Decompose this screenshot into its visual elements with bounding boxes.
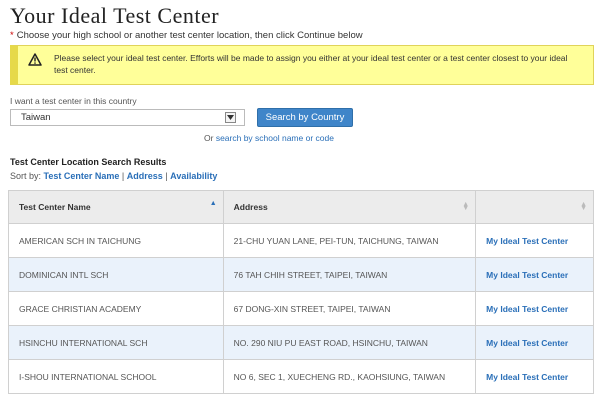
table-row: DOMINICAN INTL SCH 76 TAH CHIH STREET, T… — [8, 257, 594, 292]
sort-icon: ▲ ▼ — [580, 201, 587, 212]
required-marker: * — [10, 30, 14, 41]
sort-separator: | — [121, 171, 125, 181]
center-name-cell: DOMINICAN INTL SCH — [8, 257, 224, 292]
search-by-school-link[interactable]: search by school name or code — [216, 133, 334, 143]
my-ideal-test-center-link[interactable]: My Ideal Test Center — [475, 291, 594, 326]
sort-separator: | — [165, 171, 168, 181]
instruction-text: * Choose your high school or another test… — [10, 30, 363, 41]
table-row: GRACE CHRISTIAN ACADEMY 67 DONG-XIN STRE… — [8, 291, 594, 326]
table-row: I-SHOU INTERNATIONAL SCHOOL NO 6, SEC 1,… — [8, 359, 594, 394]
center-name-cell: HSINCHU INTERNATIONAL SCH — [8, 325, 224, 360]
sort-bar: Sort by: Test Center Name | Address | Av… — [10, 171, 217, 181]
address-cell: NO. 290 NIU PU EAST ROAD, HSINCHU, TAIWA… — [222, 325, 477, 360]
country-select-value: Taiwan — [21, 112, 51, 123]
address-cell: 76 TAH CHIH STREET, TAIPEI, TAIWAN — [222, 257, 477, 292]
table-row: HSINCHU INTERNATIONAL SCH NO. 290 NIU PU… — [8, 325, 594, 360]
column-header-address[interactable]: Address ▲ ▼ — [222, 190, 477, 224]
search-by-country-button[interactable]: Search by Country — [257, 108, 353, 127]
results-heading: Test Center Location Search Results — [10, 157, 167, 167]
my-ideal-test-center-link[interactable]: My Ideal Test Center — [475, 223, 594, 258]
center-name-cell: AMERICAN SCH IN TAICHUNG — [8, 223, 224, 258]
address-cell: 67 DONG-XIN STREET, TAIPEI, TAIWAN — [222, 291, 477, 326]
page-title: Your Ideal Test Center — [10, 3, 220, 28]
alt-search-line: Or search by school name or code — [204, 133, 334, 143]
results-table: Test Center Name ▲ Address ▲ ▼ ▲ ▼ AMERICAN … — [8, 190, 594, 394]
dropdown-arrow-icon[interactable] — [225, 112, 236, 123]
my-ideal-test-center-link[interactable]: My Ideal Test Center — [475, 359, 594, 394]
alert-text: Please select your ideal test center. Ef… — [54, 53, 568, 75]
country-select[interactable]: Taiwan — [10, 109, 245, 126]
sort-icon: ▲ — [209, 200, 217, 207]
info-alert: Please select your ideal test center. Ef… — [10, 45, 594, 85]
sort-by-availability-link[interactable]: Availability — [170, 171, 217, 181]
column-header-name[interactable]: Test Center Name ▲ — [8, 190, 224, 224]
my-ideal-test-center-link[interactable]: My Ideal Test Center — [475, 257, 594, 292]
sort-by-name-link[interactable]: Test Center Name — [44, 171, 120, 181]
center-name-cell: GRACE CHRISTIAN ACADEMY — [8, 291, 224, 326]
country-label: I want a test center in this country — [10, 96, 137, 106]
sort-label: Sort by: — [10, 171, 42, 181]
warning-icon — [28, 53, 42, 66]
address-cell: NO 6, SEC 1, XUECHENG RD., KAOHSIUNG, TA… — [222, 359, 477, 394]
sort-by-address-link[interactable]: Address — [127, 171, 163, 181]
center-name-cell: I-SHOU INTERNATIONAL SCHOOL — [8, 359, 224, 394]
sort-icon: ▲ ▼ — [462, 201, 470, 212]
table-header-row: Test Center Name ▲ Address ▲ ▼ ▲ ▼ — [8, 190, 594, 224]
column-header-action[interactable]: ▲ ▼ — [475, 190, 594, 224]
instruction-label: Choose your high school or another test … — [16, 30, 363, 41]
table-row: AMERICAN SCH IN TAICHUNG 21-CHU YUAN LAN… — [8, 223, 594, 258]
or-text: Or — [204, 133, 214, 143]
my-ideal-test-center-link[interactable]: My Ideal Test Center — [475, 325, 594, 360]
address-cell: 21-CHU YUAN LANE, PEI-TUN, TAICHUNG, TAI… — [222, 223, 477, 258]
